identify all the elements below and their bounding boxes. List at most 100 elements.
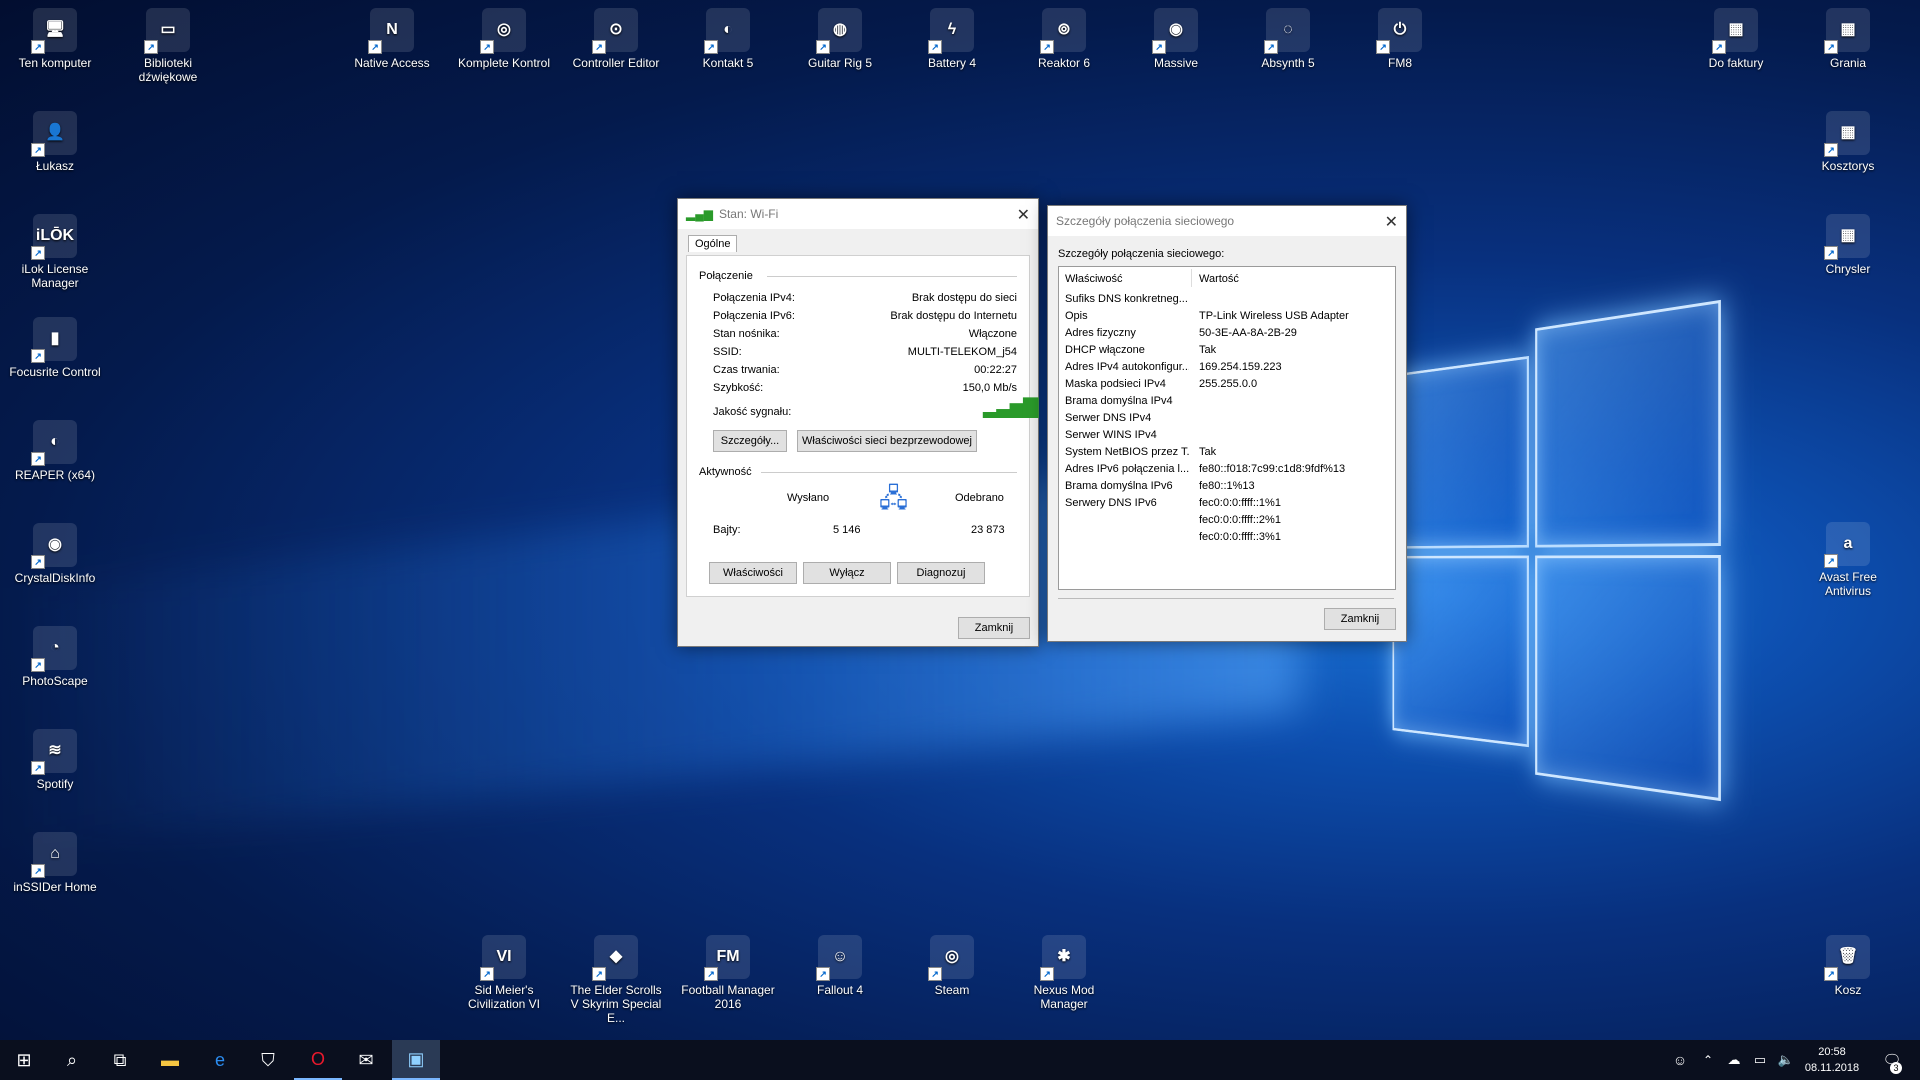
close-button[interactable]: Zamknij	[1324, 608, 1396, 630]
desktop-icon-label: CrystalDiskInfo	[14, 571, 96, 585]
details-row-property: Maska podsieci IPv4	[1065, 378, 1166, 390]
window-titlebar: Szczegóły połączenia sieciowego	[1048, 206, 1406, 236]
clock[interactable]: 20:58 08.11.2018	[1800, 1044, 1864, 1076]
fallout-4-icon: ☺ ↗	[816, 935, 862, 981]
desktop-icon-label: Controller Editor	[572, 56, 660, 70]
wifi-signal-icon: ▂▄▆	[686, 207, 713, 221]
shortcut-arrow-icon: ↗	[480, 40, 494, 54]
desktop-icon-biblioteki-d-wi-kowe[interactable]: ▭ ↗ Biblioteki dźwiękowe	[120, 8, 216, 84]
desktop-icon-kosz[interactable]: 🗑 ↗ Kosz	[1800, 935, 1896, 997]
properties-button[interactable]: Właściwości	[709, 562, 797, 584]
signal-bars-icon: ▂▃▅▇	[983, 396, 1039, 418]
desktop-icon-inssider-home[interactable]: ⌂ ↗ inSSIDer Home	[7, 832, 103, 894]
desktop-icon-nexus-mod-manager[interactable]: ✱ ↗ Nexus Mod Manager	[1016, 935, 1112, 1011]
desktop-icon-ten-komputer[interactable]: 🖥 ↗ Ten komputer	[7, 8, 103, 70]
shortcut-arrow-icon: ↗	[1824, 554, 1838, 568]
desktop-icon-massive[interactable]: ◉ ↗ Massive	[1128, 8, 1224, 70]
desktop-icon-do-faktury[interactable]: ▦ ↗ Do faktury	[1688, 8, 1784, 70]
desktop-icon-chrysler[interactable]: ▦ ↗ Chrysler	[1800, 214, 1896, 276]
desktop-icon-fallout-4[interactable]: ☺ ↗ Fallout 4	[792, 935, 888, 997]
desktop-icon-label: Reaktor 6	[1037, 56, 1091, 70]
chrysler-icon: ▦ ↗	[1824, 214, 1870, 260]
desktop-icon-ukasz[interactable]: 👤 ↗ Łukasz	[7, 111, 103, 173]
absynth-5-icon: ◌ ↗	[1264, 8, 1310, 54]
desktop-icon-label: Kontakt 5	[702, 56, 754, 70]
close-icon[interactable]: ✕	[1385, 212, 1398, 232]
task-view-icon[interactable]: ⧉	[96, 1040, 144, 1080]
desktop-icon-battery-4[interactable]: ϟ ↗ Battery 4	[904, 8, 1000, 70]
window-title: Stan: Wi-Fi	[718, 207, 779, 221]
details-row-value: fe80::1%13	[1199, 480, 1255, 492]
opera-icon[interactable]: O	[294, 1040, 342, 1080]
divider	[767, 276, 1017, 277]
desktop-icon-label: Fallout 4	[816, 983, 864, 997]
desktop-icon-focusrite-control[interactable]: ▮ ↗ Focusrite Control	[7, 317, 103, 379]
file-explorer-icon[interactable]: ▬	[146, 1040, 194, 1080]
window-titlebar: ▂▄▆ Stan: Wi-Fi	[678, 199, 1038, 229]
desktop-icon-absynth-5[interactable]: ◌ ↗ Absynth 5	[1240, 8, 1336, 70]
search-icon[interactable]: ⌕	[48, 1040, 96, 1080]
desktop-icon-spotify[interactable]: ≋ ↗ Spotify	[7, 729, 103, 791]
diagnose-button[interactable]: Diagnozuj	[897, 562, 985, 584]
show-hidden-icons-icon[interactable]: ⌃	[1696, 1040, 1720, 1080]
desktop-icon-steam[interactable]: ◎ ↗ Steam	[904, 935, 1000, 997]
wifi-row-label: SSID:	[713, 346, 742, 358]
avast-free-antivirus-icon: a ↗	[1824, 522, 1870, 568]
mail-icon[interactable]: ✉	[342, 1040, 390, 1080]
notification-badge: 3	[1890, 1062, 1902, 1074]
store-icon[interactable]: ⛉	[244, 1040, 292, 1080]
desktop-icon-kontakt-5[interactable]: ◐ ↗ Kontakt 5	[680, 8, 776, 70]
shortcut-arrow-icon: ↗	[31, 143, 45, 157]
desktop-icon-football-manager-2016[interactable]: FM ↗ Football Manager 2016	[680, 935, 776, 1011]
desktop-icon-fm8[interactable]: ⏻ ↗ FM8	[1352, 8, 1448, 70]
desktop-icon-controller-editor[interactable]: ⊙ ↗ Controller Editor	[568, 8, 664, 70]
shortcut-arrow-icon: ↗	[31, 658, 45, 672]
wifi-row-value: MULTI-TELEKOM_j54	[907, 346, 1017, 358]
disable-button[interactable]: Wyłącz	[803, 562, 891, 584]
divider	[1058, 598, 1394, 599]
desktop-icon-komplete-kontrol[interactable]: ◎ ↗ Komplete Kontrol	[456, 8, 552, 70]
close-button[interactable]: Zamknij	[958, 617, 1030, 639]
desktop-icon-the-elder-scrolls-v-skyrim-special-e[interactable]: ◆ ↗ The Elder Scrolls V Skyrim Special E..…	[568, 935, 664, 1025]
native-access-icon: N ↗	[368, 8, 414, 54]
wifi-row-value: 150,0 Mb/s	[962, 382, 1017, 394]
network-status-app-icon[interactable]: ▣	[392, 1040, 440, 1080]
desktop-icon-grania[interactable]: ▦ ↗ Grania	[1800, 8, 1896, 70]
action-center-icon[interactable]: 🗨	[1868, 1040, 1916, 1080]
details-button[interactable]: Szczegóły...	[713, 430, 787, 452]
desktop-icon-photoscape[interactable]: ◔ ↗ PhotoScape	[7, 626, 103, 688]
desktop-icon-guitar-rig-5[interactable]: ◍ ↗ Guitar Rig 5	[792, 8, 888, 70]
edge-icon[interactable]: e	[196, 1040, 244, 1080]
desktop-icon-ilok-license-manager[interactable]: iLŌK ↗ iLok License Manager	[7, 214, 103, 290]
fm8-icon: ⏻ ↗	[1376, 8, 1422, 54]
desktop-icon-sid-meier-s-civilization-vi[interactable]: VI ↗ Sid Meier's Civilization VI	[456, 935, 552, 1011]
close-icon[interactable]: ✕	[1017, 205, 1030, 225]
onedrive-icon[interactable]: ☁	[1722, 1040, 1746, 1080]
network-tray-icon[interactable]: ▭	[1748, 1040, 1772, 1080]
clock-date: 08.11.2018	[1804, 1062, 1860, 1074]
shortcut-arrow-icon: ↗	[1152, 40, 1166, 54]
details-row-value: 255.255.0.0	[1199, 378, 1258, 390]
shortcut-arrow-icon: ↗	[1824, 40, 1838, 54]
details-row-property: Adres fizyczny	[1065, 327, 1136, 339]
massive-icon: ◉ ↗	[1152, 8, 1198, 54]
desktop-icon-reaper-x64[interactable]: ◐ ↗ REAPER (x64)	[7, 420, 103, 482]
shortcut-arrow-icon: ↗	[928, 967, 942, 981]
tab-general[interactable]: Ogólne	[688, 235, 738, 252]
column-header-property[interactable]: Właściwość	[1065, 273, 1122, 285]
desktop-icon-label: PhotoScape	[22, 674, 88, 688]
shortcut-arrow-icon: ↗	[592, 967, 606, 981]
shortcut-arrow-icon: ↗	[816, 967, 830, 981]
desktop-icon-reaktor-6[interactable]: ⊚ ↗ Reaktor 6	[1016, 8, 1112, 70]
desktop-icon-native-access[interactable]: N ↗ Native Access	[344, 8, 440, 70]
start-button[interactable]: ⊞	[0, 1040, 48, 1080]
volume-icon[interactable]: 🔈	[1774, 1040, 1798, 1080]
desktop-icon-kosztorys[interactable]: ▦ ↗ Kosztorys	[1800, 111, 1896, 173]
desktop-icon-avast-free-antivirus[interactable]: a ↗ Avast Free Antivirus	[1800, 522, 1896, 598]
desktop-icon-crystaldiskinfo[interactable]: ◉ ↗ CrystalDiskInfo	[7, 523, 103, 585]
wifi-row-value: Brak dostępu do sieci	[911, 292, 1017, 304]
sent-label: Wysłano	[787, 492, 830, 504]
kosztorys-icon: ▦ ↗	[1824, 111, 1870, 157]
column-header-value[interactable]: Wartość	[1199, 273, 1239, 285]
wireless-properties-button[interactable]: Właściwości sieci bezprzewodowej	[797, 430, 977, 452]
